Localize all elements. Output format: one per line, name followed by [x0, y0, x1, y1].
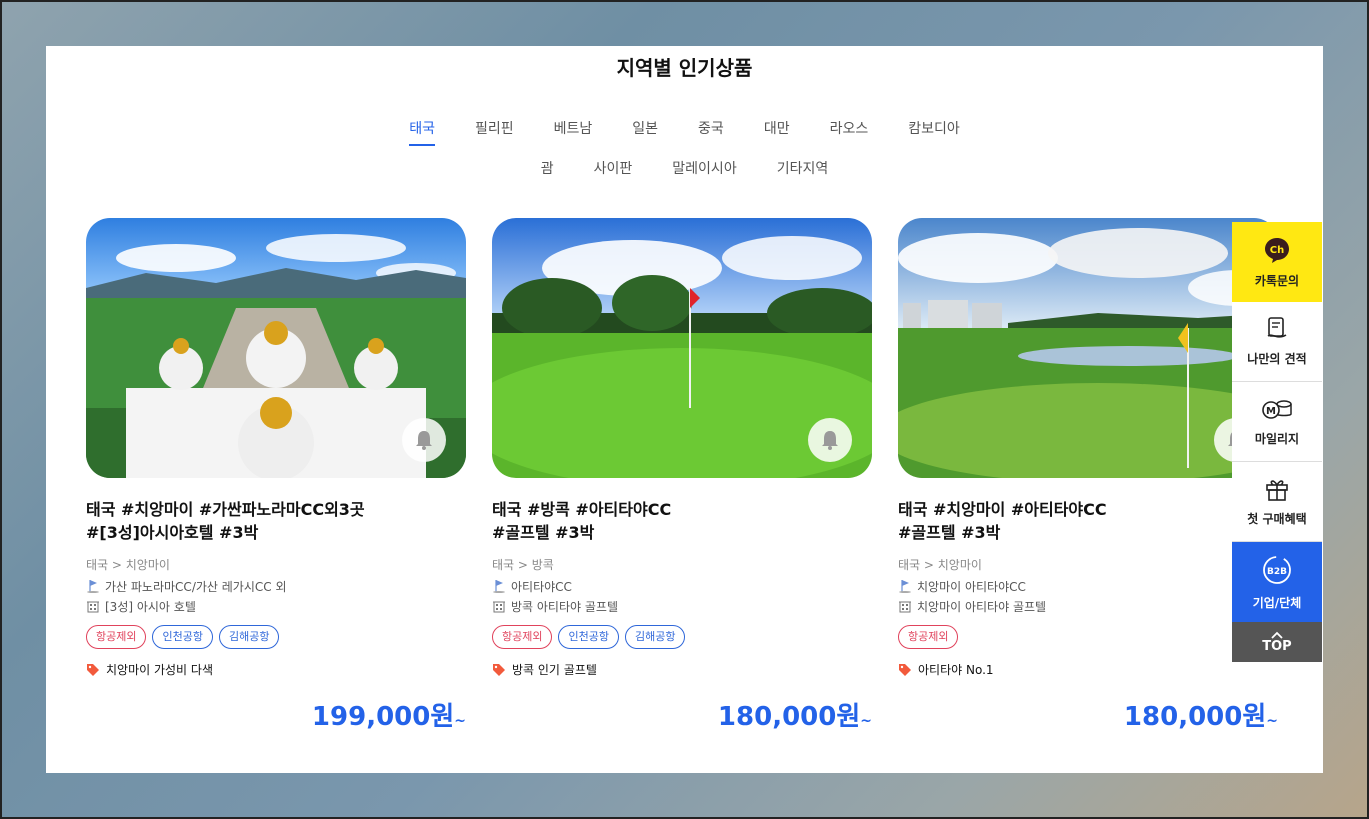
tag-excl-flight: 항공제외 [86, 625, 147, 649]
first-purchase-benefit-button[interactable]: 첫 구매혜택 [1232, 462, 1322, 542]
product-image-2[interactable] [492, 218, 872, 478]
product-card-1[interactable]: 태국 #치앙마이 #가싼파노라마CC외3곳 #[3성]아시아호텔 #3박 태국 … [86, 218, 466, 732]
tab-other-regions[interactable]: 기타지역 [777, 158, 829, 186]
tag-incheon: 인천공항 [152, 625, 213, 649]
svg-text:B2B: B2B [1267, 567, 1287, 577]
promo-3: 아티타야 No.1 [898, 661, 1278, 678]
tab-japan[interactable]: 일본 [632, 118, 658, 146]
mileage-button[interactable]: M 마일리지 [1232, 382, 1322, 462]
b2b-icon: B2B [1263, 555, 1291, 584]
golf-info-3: 치앙마이 아티타야CC [898, 579, 1278, 594]
product-price-3: 180,000원~ [1123, 702, 1278, 732]
promo-2: 방콕 인기 골프텔 [492, 661, 872, 678]
golf-flag-icon [899, 580, 911, 593]
product-price-1: 199,000원~ [311, 702, 466, 732]
notify-bell-button-1[interactable] [402, 418, 446, 462]
price-tag-icon [899, 663, 911, 676]
golf-info-2: 아티타야CC [492, 579, 872, 594]
section-title: 지역별 인기상품 [616, 56, 753, 80]
product-breadcrumb-3: 태국 > 치앙마이 [898, 558, 982, 572]
golf-flag-icon [493, 580, 505, 593]
golf-info-1: 가산 파노라마CC/가산 레가시CC 외 [86, 579, 466, 594]
scroll-top-button[interactable]: TOP [1232, 622, 1322, 662]
product-tags-1: 항공제외 인천공항 김해공항 [86, 625, 466, 649]
hotel-info-2: 방콕 아티타야 골프텔 [492, 599, 872, 614]
tag-incheon: 인천공항 [558, 625, 619, 649]
product-breadcrumb-1: 태국 > 치앙마이 [86, 558, 170, 572]
popular-products-panel: 지역별 인기상품 태국 필리핀 베트남 일본 중국 대만 라오스 캄보디아 괌 … [46, 46, 1323, 773]
product-title-2[interactable]: 태국 #방콕 #아티타야CC #골프텔 #3박 [492, 498, 872, 544]
kakao-channel-icon: Ch [1265, 237, 1289, 263]
tag-gimhae: 김해공항 [624, 625, 686, 649]
svg-text:Ch: Ch [1270, 245, 1284, 256]
bell-icon [822, 431, 838, 450]
notify-bell-button-2[interactable] [808, 418, 852, 462]
product-card-3[interactable]: 태국 #치앙마이 #아티타야CC #골프텔 #3박 태국 > 치앙마이 치앙마이… [898, 218, 1278, 732]
my-estimate-button[interactable]: 나만의 견적 [1232, 302, 1322, 382]
tab-laos[interactable]: 라오스 [830, 118, 869, 146]
svg-text:M: M [1266, 406, 1276, 417]
product-breadcrumb-2: 태국 > 방콕 [492, 558, 554, 572]
price-tag-icon [493, 663, 505, 676]
product-title-1[interactable]: 태국 #치앙마이 #가싼파노라마CC외3곳 #[3성]아시아호텔 #3박 [86, 498, 466, 544]
product-tags-3: 항공제외 [898, 625, 1278, 649]
hotel-info-3: 치앙마이 아티타야 골프텔 [898, 599, 1278, 614]
tab-guam[interactable]: 괌 [541, 158, 554, 186]
floating-side-menu: Ch 카톡문의 나만의 견적 M 마일리지 첫 구매혜택 B2B 기업/단체 T… [1232, 222, 1322, 662]
tag-excl-flight: 항공제외 [898, 625, 959, 649]
tab-malaysia[interactable]: 말레이시아 [672, 158, 736, 186]
tag-gimhae: 김해공항 [218, 625, 280, 649]
mileage-coins-icon: M [1262, 400, 1292, 419]
product-title-3[interactable]: 태국 #치앙마이 #아티타야CC #골프텔 #3박 [898, 498, 1278, 544]
tab-saipan[interactable]: 사이판 [594, 158, 633, 186]
hotel-icon [493, 601, 505, 613]
product-image-3[interactable] [898, 218, 1278, 478]
estimate-icon [1267, 317, 1287, 338]
tab-thailand[interactable]: 태국 [409, 118, 435, 146]
product-image-1[interactable] [86, 218, 466, 478]
hotel-info-1: [3성] 아시아 호텔 [86, 599, 466, 614]
region-tabs-row-2: 괌 사이판 말레이시아 기타지역 [46, 158, 1323, 186]
b2b-corporate-button[interactable]: B2B 기업/단체 [1232, 542, 1322, 622]
kakao-inquiry-button[interactable]: Ch 카톡문의 [1232, 222, 1322, 302]
tab-taiwan[interactable]: 대만 [764, 118, 790, 146]
region-tabs-row-1: 태국 필리핀 베트남 일본 중국 대만 라오스 캄보디아 [46, 118, 1323, 146]
bell-icon [416, 431, 432, 450]
golf-flag-icon [87, 580, 99, 593]
tab-philippines[interactable]: 필리핀 [475, 118, 514, 146]
hotel-icon [87, 601, 99, 613]
tab-vietnam[interactable]: 베트남 [554, 118, 593, 146]
chevron-up-icon [1271, 631, 1283, 639]
product-price-2: 180,000원~ [717, 702, 872, 732]
price-tag-icon [87, 663, 99, 676]
tag-excl-flight: 항공제외 [492, 625, 553, 649]
product-card-2[interactable]: 태국 #방콕 #아티타야CC #골프텔 #3박 태국 > 방콕 아티타야CC 방… [492, 218, 872, 732]
tab-china[interactable]: 중국 [698, 118, 724, 146]
gift-icon [1266, 480, 1288, 501]
hotel-icon [899, 601, 911, 613]
product-tags-2: 항공제외 인천공항 김해공항 [492, 625, 872, 649]
promo-1: 치앙마이 가성비 다색 [86, 661, 466, 678]
tab-cambodia[interactable]: 캄보디아 [908, 118, 960, 146]
